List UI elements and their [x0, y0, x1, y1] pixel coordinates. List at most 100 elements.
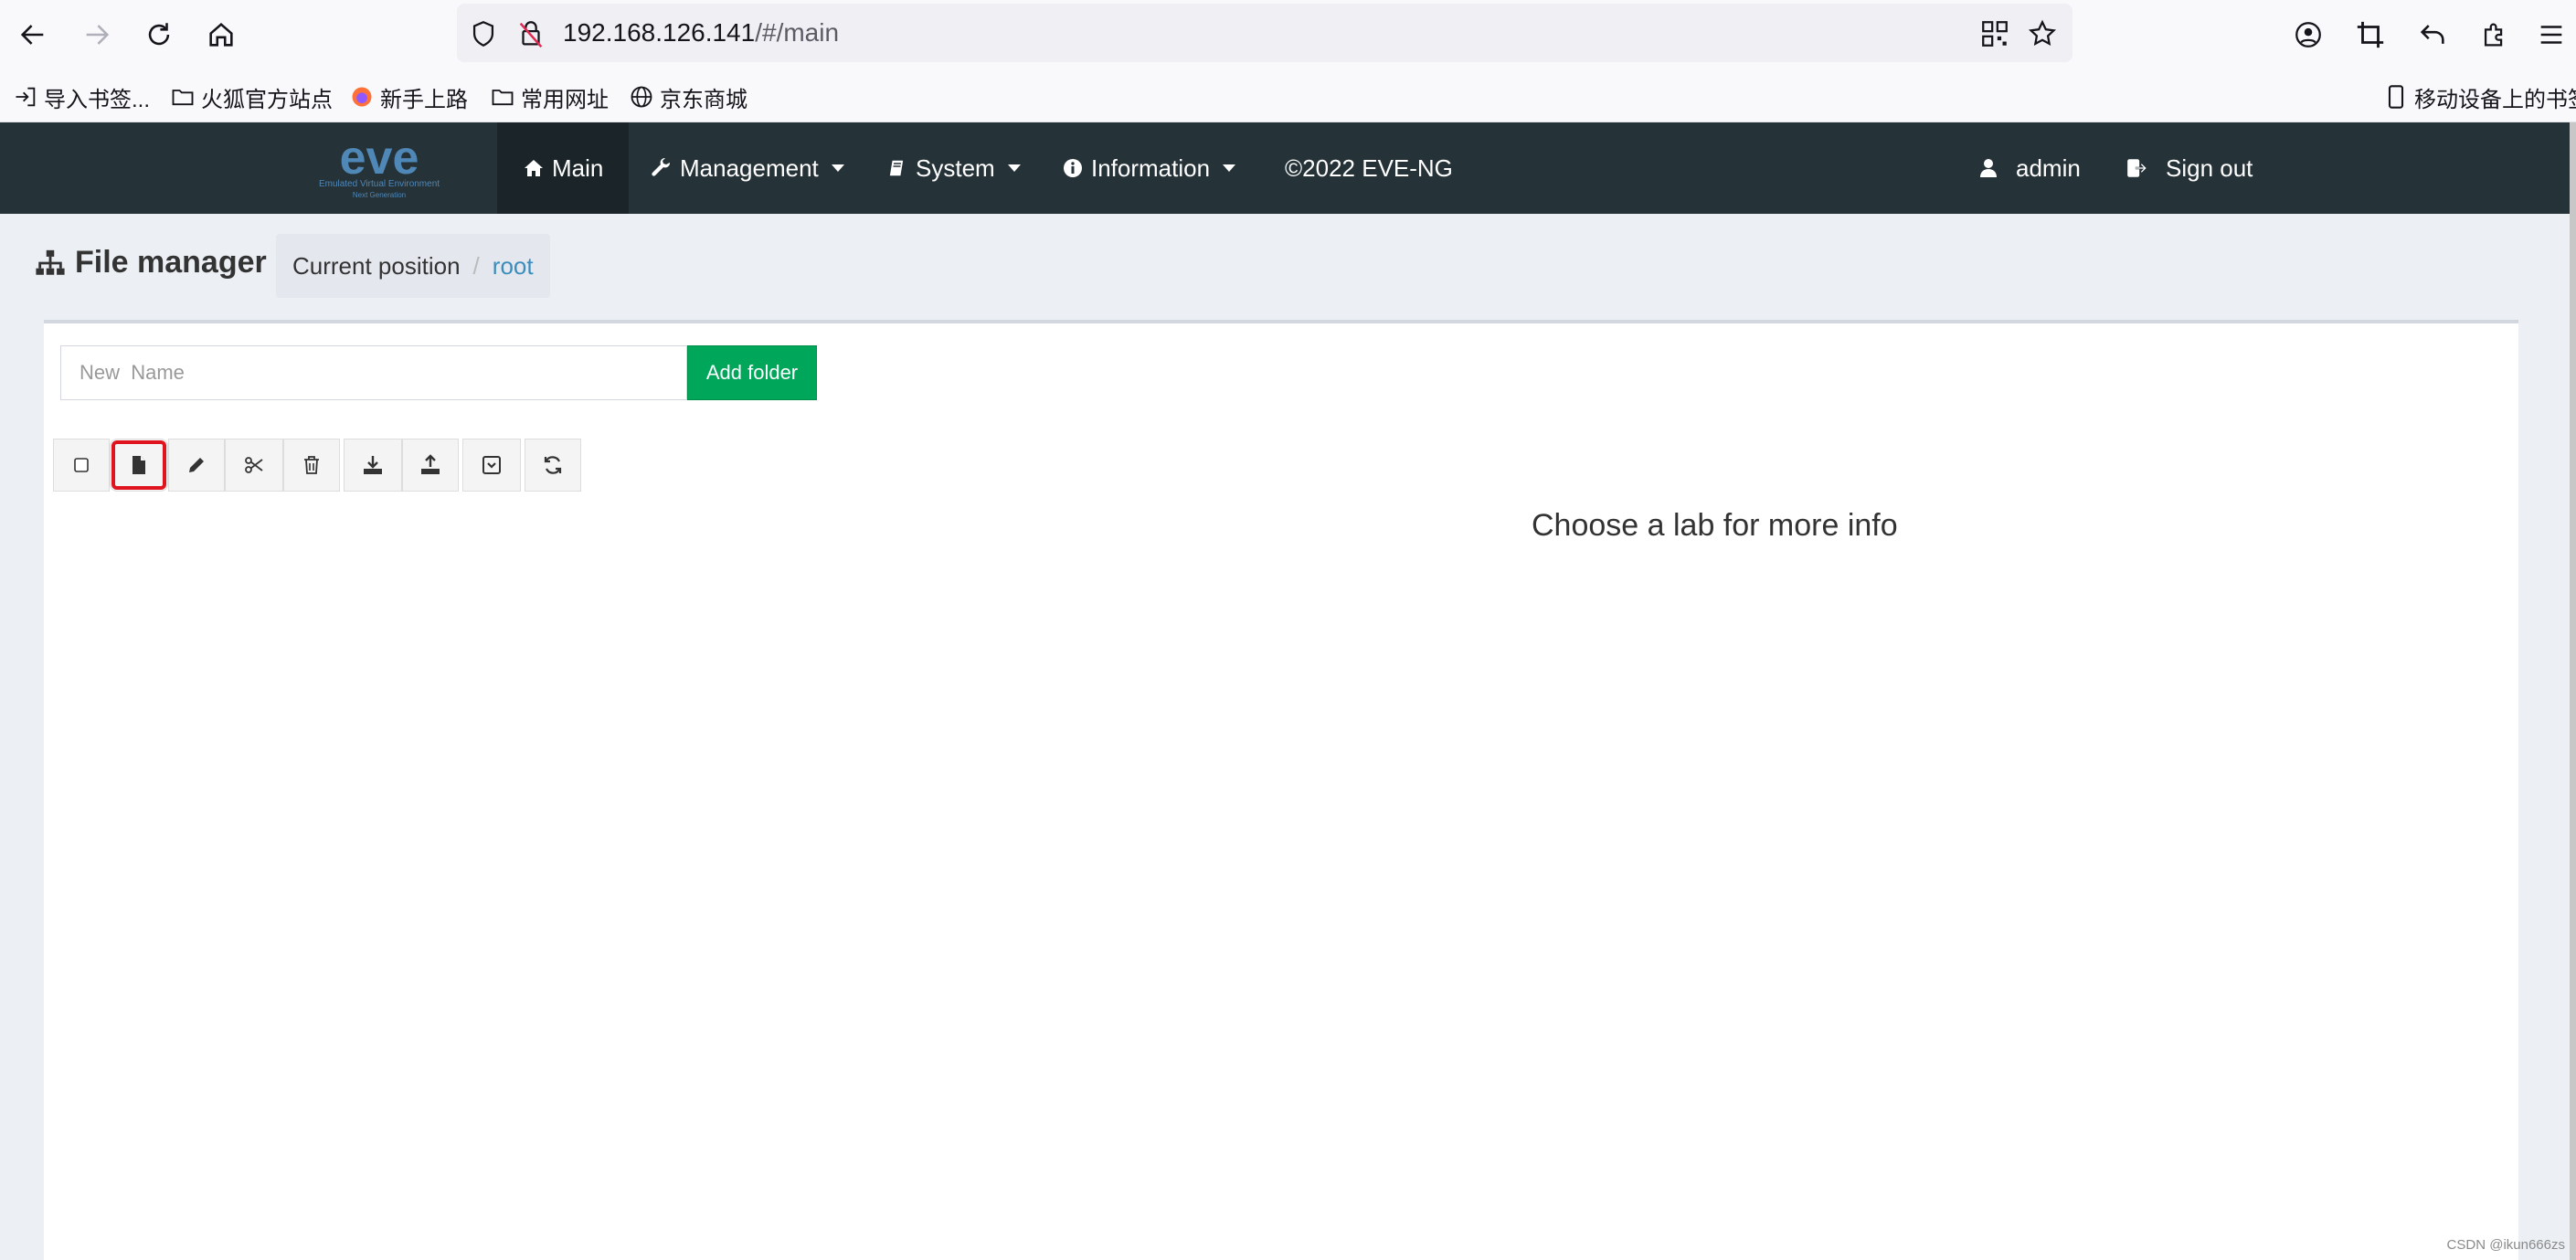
account-icon [2295, 22, 2321, 48]
home-button[interactable] [199, 13, 243, 57]
nav-copyright: ©2022 EVE-NG [1285, 122, 1453, 214]
user-label: admin [2016, 154, 2081, 182]
watermark: CSDN @ikun666zs [2446, 1237, 2565, 1253]
home-icon [525, 160, 543, 176]
nav-management-label: Management [680, 154, 819, 182]
breadcrumb-current: Current position [292, 251, 461, 280]
nav-signout[interactable]: Sign out [2125, 122, 2253, 214]
rename-button[interactable] [168, 439, 225, 492]
nav-information[interactable]: Information [1062, 122, 1236, 214]
undo-button[interactable] [2411, 13, 2454, 57]
breadcrumb-separator: / [472, 251, 480, 280]
add-lab-button[interactable] [110, 439, 168, 492]
reload-button[interactable] [137, 13, 181, 57]
screenshot-button[interactable] [2348, 13, 2392, 57]
mobile-icon [2388, 85, 2404, 109]
url-path: /#/main [755, 18, 840, 47]
nav-system-label: System [916, 154, 995, 182]
add-folder-label: Add folder [705, 361, 799, 384]
nav-management[interactable]: Management [651, 122, 844, 214]
chevron-down-icon [831, 164, 844, 172]
nav-user[interactable]: admin [1977, 122, 2081, 214]
bookmark-mobile[interactable]: 移动设备上的书签 [2383, 82, 2576, 112]
url-text: 192.168.126.141/#/main [563, 18, 839, 48]
shield-icon[interactable] [468, 18, 499, 49]
archive-icon [482, 456, 501, 474]
account-button[interactable] [2286, 13, 2330, 57]
bookmarks-bar: 导入书签... 火狐官方站点 新手上路 常用网址 京东商城 移动设备上的书签 [0, 69, 2576, 122]
file-icon [133, 456, 145, 474]
bookmark-label: 新手上路 [380, 87, 468, 112]
upload-icon [421, 454, 440, 474]
download-icon [364, 456, 382, 474]
qr-code-icon[interactable] [1979, 18, 2010, 49]
page-scrollbar[interactable] [2570, 122, 2576, 1260]
book-icon [888, 159, 905, 177]
sitemap-icon [36, 249, 65, 275]
export-button[interactable] [402, 439, 459, 492]
bookmark-label: 常用网址 [521, 87, 609, 112]
refresh-icon [544, 456, 562, 474]
url-host: 192.168.126.141 [563, 18, 756, 47]
forward-arrow-icon [86, 25, 110, 45]
globe-icon [631, 86, 652, 108]
nav-main[interactable]: Main [497, 122, 630, 214]
home-outline-icon [209, 22, 233, 47]
bookmark-jd[interactable]: 京东商城 [629, 82, 747, 112]
breadcrumb-root-link[interactable]: root [493, 252, 534, 281]
star-icon[interactable] [2027, 18, 2058, 49]
back-arrow-icon [20, 25, 44, 45]
nav-information-label: Information [1091, 154, 1211, 182]
import-icon [16, 87, 36, 107]
new-folder-name-input[interactable] [60, 345, 687, 400]
info-icon [1064, 159, 1082, 177]
insecure-lock-icon[interactable] [515, 18, 546, 49]
bookmark-common-sites[interactable]: 常用网址 [490, 82, 609, 112]
refresh-button[interactable] [525, 439, 581, 492]
bookmark-firefox-site[interactable]: 火狐官方站点 [170, 82, 333, 112]
firefox-icon [352, 87, 372, 107]
copyright-text: ©2022 EVE-NG [1285, 154, 1453, 182]
cut-button[interactable] [225, 439, 283, 492]
bookmark-label: 移动设备上的书签 [2414, 87, 2576, 112]
chevron-down-icon [1007, 164, 1021, 172]
logo-subtitle-2: Next Generation [353, 191, 406, 199]
browser-toolbar: 192.168.126.141/#/main [0, 0, 2576, 69]
eve-navbar: eve Emulated Virtual Environment Next Ge… [0, 122, 2570, 214]
bookmark-label: 火狐官方站点 [201, 87, 333, 112]
bookmark-label: 导入书签... [44, 87, 151, 112]
wrench-icon [652, 157, 671, 176]
trash-icon [304, 456, 319, 474]
select-all-button[interactable] [53, 439, 110, 492]
sign-out-icon [2127, 159, 2147, 177]
delete-button[interactable] [283, 439, 340, 492]
scissors-icon [245, 457, 263, 473]
back-button[interactable] [11, 13, 55, 57]
chevron-down-icon [1223, 164, 1236, 172]
file-manager-box: Add folder Choose a lab for more info [44, 320, 2518, 1260]
page-title-text: File manager [75, 245, 267, 280]
address-bar[interactable]: 192.168.126.141/#/main [457, 4, 2072, 62]
hamburger-icon [2540, 26, 2562, 44]
reload-icon [148, 23, 170, 46]
page-title: File manager [35, 245, 267, 281]
sign-out-label: Sign out [2166, 154, 2253, 182]
archive-button[interactable] [462, 439, 521, 492]
import-button[interactable] [344, 439, 402, 492]
logo-subtitle: Emulated Virtual Environment [319, 179, 440, 189]
breadcrumb: Current position / root [276, 234, 550, 298]
logo-text: eve [340, 132, 419, 185]
menu-button[interactable] [2529, 13, 2573, 57]
undo-icon [2420, 25, 2444, 44]
add-folder-button[interactable]: Add folder [687, 345, 817, 400]
eve-logo[interactable]: eve Emulated Virtual Environment Next Ge… [302, 132, 457, 203]
bookmark-getting-started[interactable]: 新手上路 [349, 82, 468, 112]
bookmark-import[interactable]: 导入书签... [13, 82, 151, 112]
pencil-icon [189, 458, 204, 472]
extensions-button[interactable] [2473, 13, 2517, 57]
nav-system[interactable]: System [886, 122, 1021, 214]
lab-info-placeholder: Choose a lab for more info [1532, 508, 1898, 543]
bookmark-label: 京东商城 [660, 87, 747, 112]
forward-button[interactable] [75, 13, 119, 57]
folder-icon [492, 90, 514, 106]
